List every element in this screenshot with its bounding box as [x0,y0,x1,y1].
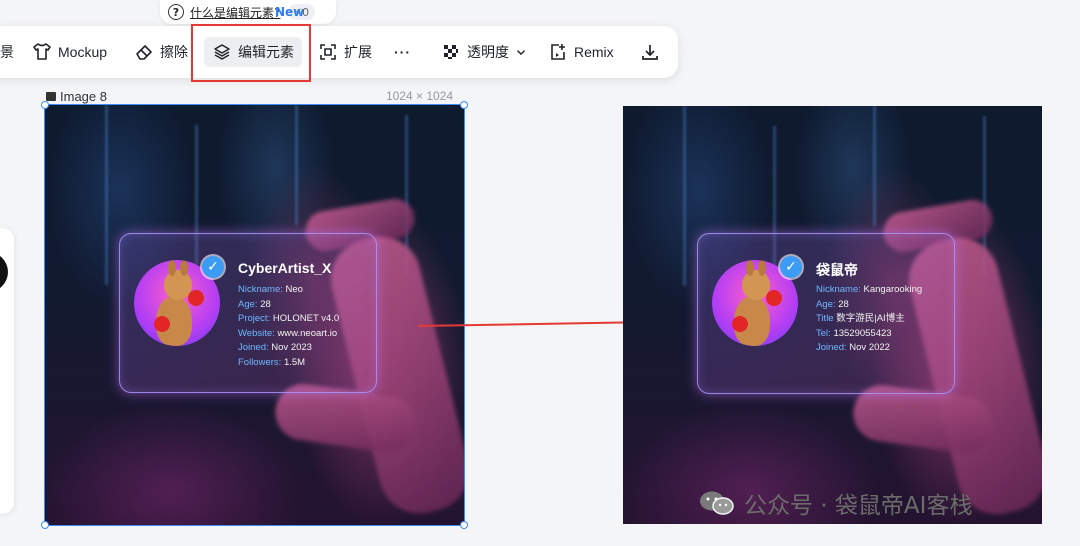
card-row: Project: HOLONET v4.0 [238,313,340,325]
card-row: Age: 28 [238,298,271,310]
remix-button[interactable]: Remix [548,40,614,64]
resize-handle-bottom-right[interactable] [460,521,468,529]
transparency-button[interactable]: 透明度 [441,40,509,64]
profile-card: ✓ CyberArtist_X Nickname: Neo Age: 28 Pr… [119,233,377,393]
card-row: Nickname: Kangarooking [816,284,923,295]
shirt-icon [33,43,51,60]
watermark: 公众号 · 袋鼠帝AI客栈 [698,486,972,520]
image-name-label[interactable]: Image 8 [46,89,107,104]
transparency-label: 透明度 [467,44,509,60]
background-light [295,105,298,225]
toolbar-item-truncated-label: 景 [0,44,14,60]
remix-label: Remix [574,44,614,60]
download-icon [642,45,658,60]
chevron-down-icon [517,50,525,56]
background-light [873,106,876,226]
edit-element-help[interactable]: ? 什么是编辑元素? ⚡ 0 [160,0,336,24]
card-row: Title 数字游民|AI博主 [816,313,905,325]
verified-icon: ✓ [202,256,224,278]
resize-handle-top-right[interactable] [460,101,468,109]
image-icon [46,92,56,101]
help-circle-icon: ? [168,4,184,20]
erase-button[interactable]: 擦除 [134,40,188,64]
background-light [683,106,686,286]
image-name: Image 8 [60,89,107,104]
remix-icon [551,44,565,60]
expand-icon [320,44,336,60]
watermark-text: 公众号 · 袋鼠帝AI客栈 [744,493,973,519]
card-row: Tel: 13529055423 [816,327,892,339]
image-toolbar: 景 Mockup 擦除 编辑元素 扩展 ··· 透明度 Remix [0,26,678,78]
verified-icon: ✓ [780,256,802,278]
resize-handle-top-left[interactable] [41,101,49,109]
card-row: Nickname: Neo [238,284,303,295]
expand-button[interactable]: 扩展 [318,40,372,64]
card-title: 袋鼠帝 [816,262,858,278]
card-row: Followers: 1.5M [238,356,306,368]
result-image[interactable]: ✓ 袋鼠帝 Nickname: Kangarooking Age: 28 Tit… [623,106,1042,524]
mockup-label: Mockup [58,44,108,60]
download-button[interactable] [640,40,660,64]
card-row: Age: 28 [816,298,849,310]
mockup-button[interactable]: Mockup [32,40,107,64]
card-row: Website: www.neoart.io [238,327,338,339]
toolbar-item-truncated[interactable]: 景 [0,40,14,64]
transparency-dropdown[interactable] [514,40,528,64]
background-light [105,105,108,285]
help-link[interactable]: 什么是编辑元素? [190,4,280,21]
card-row: Joined: Nov 2023 [238,342,312,354]
source-image[interactable]: ✓ CyberArtist_X Nickname: Neo Age: 28 Pr… [44,104,465,526]
expand-label: 扩展 [344,44,372,60]
resize-handle-bottom-left[interactable] [41,521,49,529]
more-button[interactable]: ··· [394,40,411,64]
more-icon: ··· [394,44,411,60]
wechat-icon [700,491,734,515]
profile-card: ✓ 袋鼠帝 Nickname: Kangarooking Age: 28 Tit… [697,233,955,394]
image-size-label: 1024 × 1024 [386,89,454,103]
new-badge: New [275,5,305,19]
transparency-icon [444,45,458,59]
card-row: Joined: Nov 2022 [816,342,890,354]
eraser-icon [136,45,152,60]
card-details: Nickname: Kangarooking Age: 28 Title 数字游… [816,283,922,356]
highlight-box [191,24,311,82]
card-details: Nickname: Neo Age: 28 Project: HOLONET v… [238,283,339,371]
card-title: CyberArtist_X [238,260,332,276]
erase-label: 擦除 [160,44,188,60]
